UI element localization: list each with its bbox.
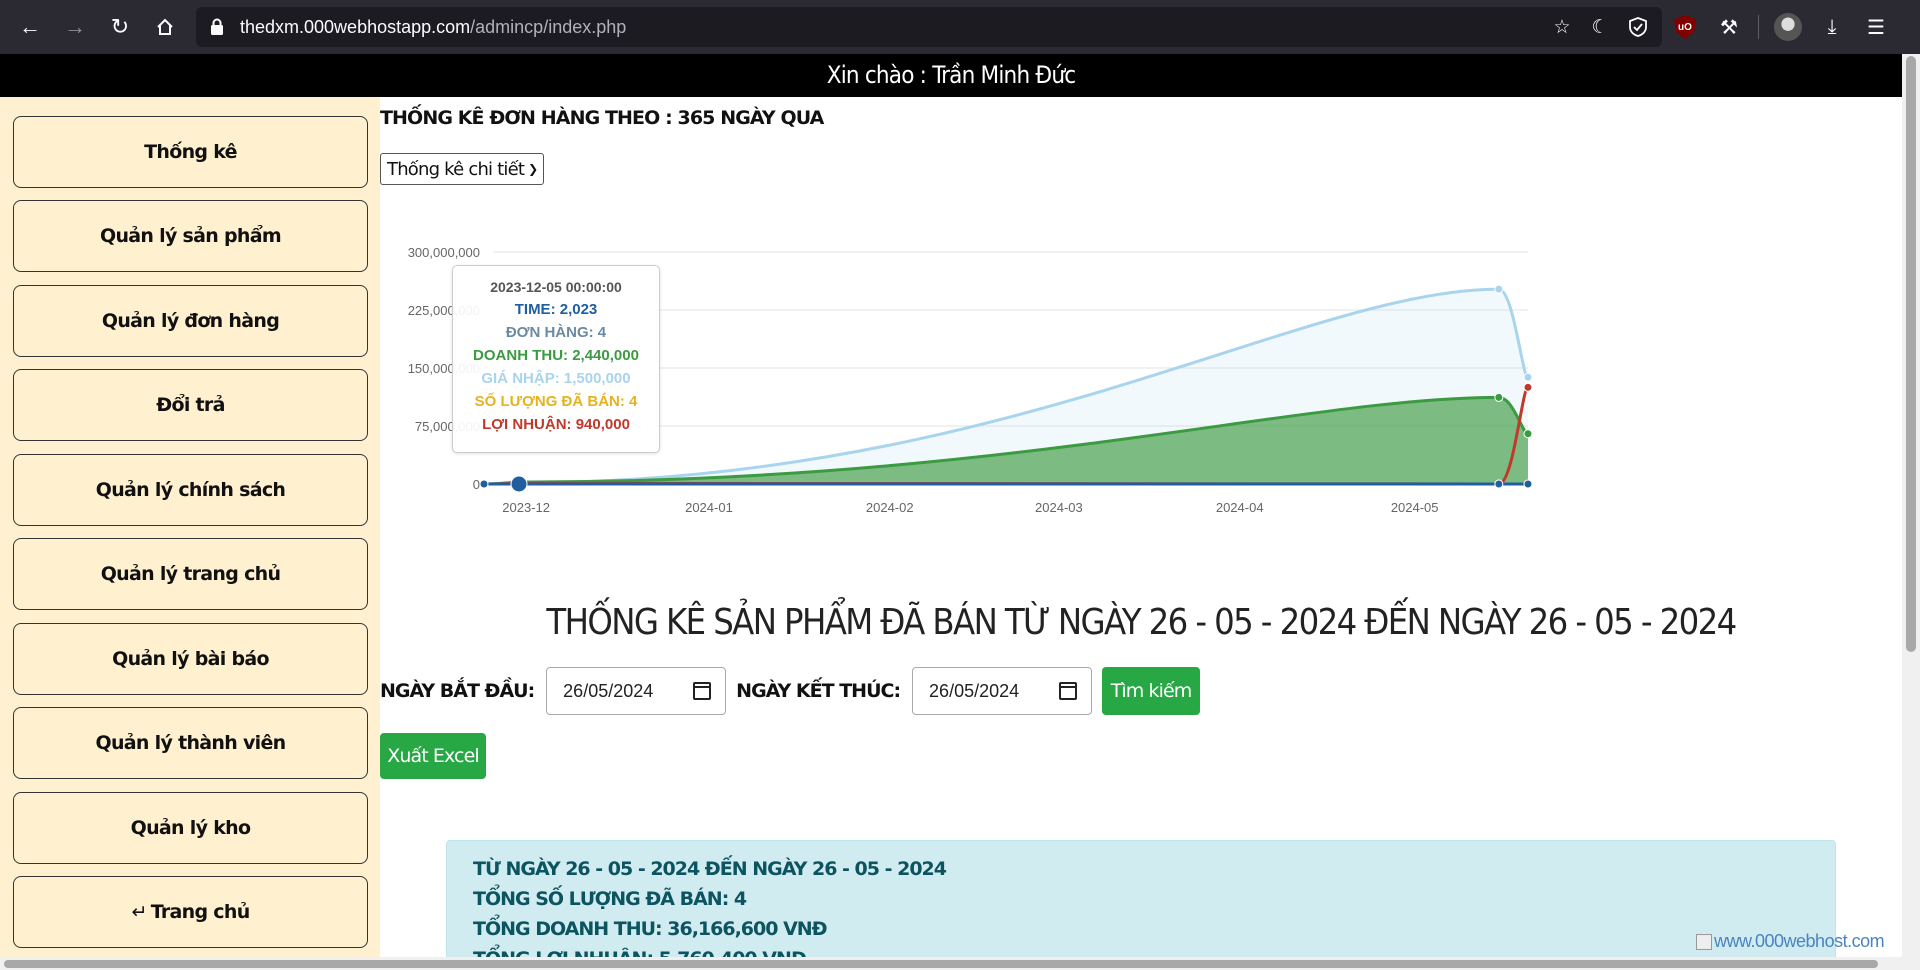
stats-mode-select[interactable]: Thống kê chi tiết ❯	[380, 153, 545, 185]
sold-products-title: THỐNG KÊ SẢN PHẨM ĐÃ BÁN TỪ NGÀY 26 - 05…	[546, 602, 1737, 643]
data-point	[1494, 479, 1504, 489]
data-point	[1523, 372, 1533, 382]
start-date-label: NGÀY BẮT ĐẦU:	[380, 680, 535, 702]
calendar-icon[interactable]	[693, 682, 712, 700]
sidebar: Thống kê Quản lý sản phẩm Quản lý đơn hà…	[0, 97, 380, 957]
summary-alert: TỪ NGÀY 26 - 05 - 2024 ĐẾN NGÀY 26 - 05 …	[446, 840, 1836, 957]
greeting-header: Xin chào : Trần Minh Đức	[0, 54, 1902, 97]
address-bar[interactable]: thedxm.000webhostapp.com/admincp/index.p…	[196, 7, 1662, 47]
summary-quantity: TỔNG SỐ LƯỢNG ĐÃ BÁN: 4	[473, 888, 747, 910]
sidebar-item-label: Trang chủ	[150, 901, 251, 923]
x-tick-label: 2024-02	[866, 500, 914, 512]
start-date-value: 26/05/2024	[563, 680, 654, 701]
chevron-down-icon: ❯	[528, 162, 538, 176]
sidebar-item-orders[interactable]: Quản lý đơn hàng	[13, 285, 368, 357]
broken-image-icon	[1696, 934, 1712, 951]
sidebar-item-returns[interactable]: Đổi trả	[13, 369, 368, 441]
toolbar-separator	[1758, 15, 1759, 39]
ublock-icon[interactable]: uO	[1670, 12, 1700, 42]
shield-icon[interactable]	[1626, 15, 1650, 39]
end-date-label: NGÀY KẾT THÚC:	[736, 680, 901, 702]
sidebar-item-label: Quản lý sản phẩm	[100, 225, 282, 247]
start-date-input[interactable]: 26/05/2024	[546, 667, 727, 715]
tooltip-line: GIÁ NHẬP: 1,500,000	[481, 370, 631, 387]
sidebar-item-label: Quản lý trang chủ	[100, 563, 281, 585]
lock-icon[interactable]	[208, 18, 226, 36]
tooltip-line: LỢI NHUẬN: 940,000	[482, 416, 630, 433]
sidebar-item-thong-ke[interactable]: Thống kê	[13, 116, 368, 188]
calendar-icon[interactable]	[1059, 682, 1078, 700]
x-tick-label: 2024-03	[1035, 500, 1083, 512]
page-title: THỐNG KÊ ĐƠN HÀNG THEO : 365 NGÀY QUA	[380, 107, 824, 129]
end-date-input[interactable]: 26/05/2024	[912, 667, 1093, 715]
sidebar-item-policies[interactable]: Quản lý chính sách	[13, 454, 368, 526]
tooltip-line: SỐ LƯỢNG ĐÃ BÁN: 4	[474, 393, 638, 410]
x-tick-label: 2024-01	[685, 500, 733, 512]
sidebar-item-label: Quản lý thành viên	[95, 732, 287, 754]
back-icon[interactable]: ←	[8, 5, 52, 49]
data-point	[479, 479, 489, 489]
sidebar-item-warehouse[interactable]: Quản lý kho	[13, 792, 368, 864]
date-filter: NGÀY BẮT ĐẦU: 26/05/2024 NGÀY KẾT THÚC: …	[380, 667, 1201, 715]
moon-icon[interactable]: ☾	[1588, 15, 1612, 39]
x-tick-label: 2023-12	[502, 500, 550, 512]
data-point	[510, 475, 528, 493]
scrollbar-thumb[interactable]	[1906, 56, 1916, 652]
sidebar-item-members[interactable]: Quản lý thành viên	[13, 707, 368, 779]
chart-tooltip: 2023-12-05 00:00:00 TIME: 2,023 ĐƠN HÀNG…	[452, 265, 660, 453]
browser-toolbar: ← → ↻ thedxm.000webhostapp.com/admincp/i…	[0, 0, 1920, 54]
url-path: /admincp/index.php	[470, 16, 627, 37]
tooltip-line: TIME: 2,023	[514, 301, 598, 318]
data-point	[1494, 392, 1504, 402]
scrollbar-thumb[interactable]	[4, 960, 1878, 968]
home-icon[interactable]	[143, 5, 187, 49]
sidebar-item-label: Thống kê	[144, 141, 237, 163]
url-host: thedxm.000webhostapp.com	[240, 16, 471, 37]
select-value: Thống kê chi tiết	[387, 158, 525, 180]
sidebar-item-home[interactable]: ↵ Trang chủ	[13, 876, 368, 948]
hosting-badge-text: www.000webhost.com	[1714, 931, 1885, 951]
horizontal-scrollbar[interactable]	[0, 957, 1920, 970]
search-button[interactable]: Tìm kiếm	[1102, 667, 1201, 715]
summary-profit: TỔNG LỢI NHUẬN: 5,760,400 VNĐ	[473, 948, 1809, 957]
return-arrow-icon: ↵	[131, 901, 147, 923]
star-icon[interactable]: ☆	[1550, 15, 1574, 39]
menu-icon[interactable]: ☰	[1861, 12, 1891, 42]
download-icon[interactable]: ⤓	[1817, 12, 1847, 42]
forward-icon[interactable]: →	[53, 5, 97, 49]
main-content: THỐNG KÊ ĐƠN HÀNG THEO : 365 NGÀY QUA Th…	[380, 97, 1902, 957]
data-point	[1523, 479, 1533, 489]
sidebar-item-homepage[interactable]: Quản lý trang chủ	[13, 538, 368, 610]
sidebar-item-label: Quản lý đơn hàng	[101, 310, 280, 332]
url-text[interactable]: thedxm.000webhostapp.com/admincp/index.p…	[240, 17, 626, 38]
summary-range: TỪ NGÀY 26 - 05 - 2024 ĐẾN NGÀY 26 - 05 …	[473, 858, 947, 880]
sidebar-item-articles[interactable]: Quản lý bài báo	[13, 623, 368, 695]
export-excel-button[interactable]: Xuất Excel	[380, 733, 486, 779]
sidebar-item-products[interactable]: Quản lý sản phẩm	[13, 200, 368, 272]
sidebar-item-label: Đổi trả	[156, 394, 225, 416]
data-point	[1523, 382, 1533, 392]
end-date-value: 26/05/2024	[929, 680, 1020, 701]
x-tick-label: 2024-05	[1391, 500, 1439, 512]
hosting-badge[interactable]: www.000webhost.com	[1696, 931, 1885, 952]
reload-icon[interactable]: ↻	[98, 5, 142, 49]
data-point	[1494, 284, 1504, 294]
vertical-scrollbar[interactable]	[1902, 54, 1920, 957]
extensions-icon[interactable]: ⚒	[1714, 12, 1744, 42]
tooltip-line: DOANH THU: 2,440,000	[473, 347, 639, 364]
sidebar-item-label: Quản lý chính sách	[95, 479, 286, 501]
account-avatar[interactable]	[1773, 12, 1803, 42]
sidebar-item-label: Quản lý kho	[130, 817, 251, 839]
tooltip-date: 2023-12-05 00:00:00	[490, 279, 622, 295]
y-tick-label: 300,000,000	[408, 245, 480, 260]
summary-revenue: TỔNG DOANH THU: 36,166,600 VNĐ	[473, 918, 828, 940]
tooltip-line: ĐƠN HÀNG: 4	[505, 324, 607, 341]
sidebar-item-label: Quản lý bài báo	[112, 648, 269, 670]
y-tick-label: 0	[473, 477, 480, 492]
x-tick-label: 2024-04	[1216, 500, 1264, 512]
